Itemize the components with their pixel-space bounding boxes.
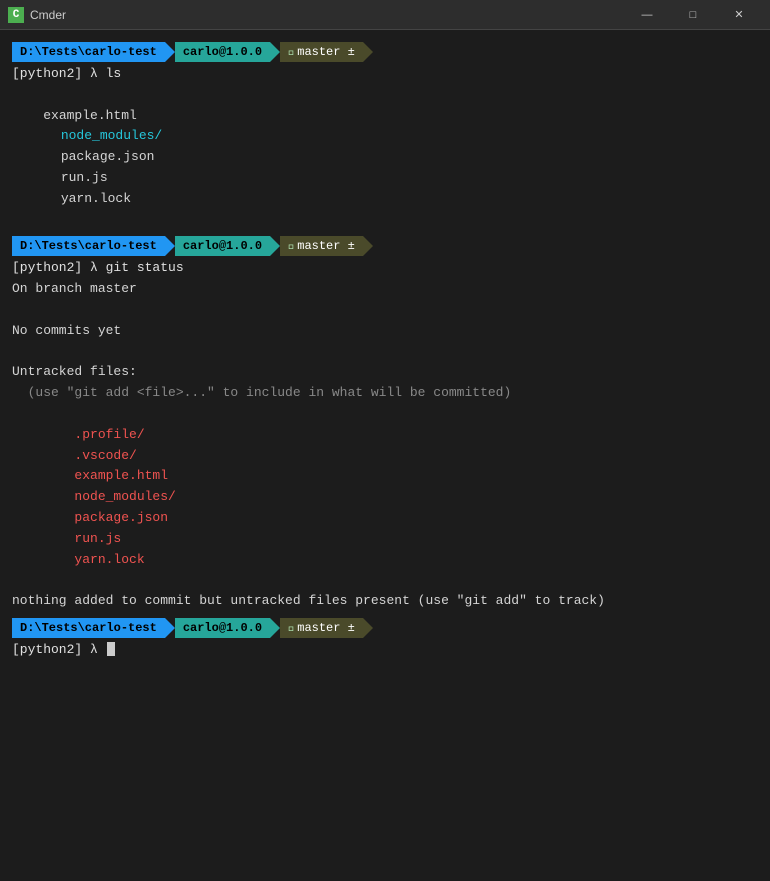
branch-label-2: master ± (297, 237, 355, 255)
git-untracked-header: Untracked files: (12, 362, 758, 383)
user-arrow-3 (270, 618, 280, 638)
title-bar: C Cmder — □ ✕ (0, 0, 770, 30)
ls-package-json: package.json (45, 149, 154, 164)
git-on-branch: On branch master (12, 279, 758, 300)
cmd-line-2: [python2] λ git status (12, 258, 758, 279)
git-file-6: yarn.lock (12, 550, 758, 571)
prompt-path-3: D:\Tests\carlo-test (12, 618, 165, 638)
prompt-3: D:\Tests\carlo-test carlo@1.0.0  master… (12, 618, 758, 638)
branch-arrow-2 (363, 236, 373, 256)
minimize-button[interactable]: — (624, 0, 670, 30)
git-summary: nothing added to commit but untracked fi… (12, 591, 758, 612)
terminal-cursor (107, 642, 115, 656)
user-arrow-1 (270, 42, 280, 62)
path-arrow-2 (165, 236, 175, 256)
git-blank-1 (12, 300, 758, 321)
cmd-prefix-3: [python2] λ (12, 642, 106, 657)
branch-arrow-1 (363, 42, 373, 62)
branch-label-3: master ± (297, 619, 355, 637)
prompt-branch-3:  master ± (280, 618, 363, 638)
ls-example-html: example.html (43, 108, 137, 123)
git-file-1: .vscode/ (12, 446, 758, 467)
user-arrow-2 (270, 236, 280, 256)
git-blank-3 (12, 404, 758, 425)
git-icon-2:  (288, 237, 295, 255)
git-blank-2 (12, 342, 758, 363)
prompt-path-1: D:\Tests\carlo-test (12, 42, 165, 62)
prompt-branch-2:  master ± (280, 236, 363, 256)
ls-run-js: run.js (45, 170, 107, 185)
git-blank-4 (12, 570, 758, 591)
prompt-2: D:\Tests\carlo-test carlo@1.0.0  master… (12, 236, 758, 256)
git-icon-3:  (288, 619, 295, 637)
git-file-2: example.html (12, 466, 758, 487)
prompt-path-2: D:\Tests\carlo-test (12, 236, 165, 256)
ls-output: example.html node_modules/ package.json … (12, 85, 758, 231)
window-title: Cmder (30, 8, 624, 22)
window-controls[interactable]: — □ ✕ (624, 0, 762, 30)
path-arrow-3 (165, 618, 175, 638)
cmd-line-3: [python2] λ (12, 640, 758, 661)
git-file-3: node_modules/ (12, 487, 758, 508)
git-icon-1:  (288, 43, 295, 61)
git-file-4: package.json (12, 508, 758, 529)
prompt-user-2: carlo@1.0.0 (175, 236, 270, 256)
app-icon: C (8, 7, 24, 23)
cmd-line-1: [python2] λ ls (12, 64, 758, 85)
prompt-branch-1:  master ± (280, 42, 363, 62)
git-file-5: run.js (12, 529, 758, 550)
branch-label-1: master ± (297, 43, 355, 61)
ls-node-modules: node_modules/ (45, 128, 162, 143)
prompt-user-1: carlo@1.0.0 (175, 42, 270, 62)
close-button[interactable]: ✕ (716, 0, 762, 30)
prompt-1: D:\Tests\carlo-test carlo@1.0.0  master… (12, 42, 758, 62)
branch-arrow-3 (363, 618, 373, 638)
git-no-commits: No commits yet (12, 321, 758, 342)
git-untracked-hint: (use "git add <file>..." to include in w… (12, 383, 758, 404)
terminal-area[interactable]: D:\Tests\carlo-test carlo@1.0.0  master… (0, 30, 770, 881)
git-file-0: .profile/ (12, 425, 758, 446)
ls-yarn-lock: yarn.lock (45, 191, 131, 206)
prompt-user-3: carlo@1.0.0 (175, 618, 270, 638)
path-arrow-1 (165, 42, 175, 62)
maximize-button[interactable]: □ (670, 0, 716, 30)
